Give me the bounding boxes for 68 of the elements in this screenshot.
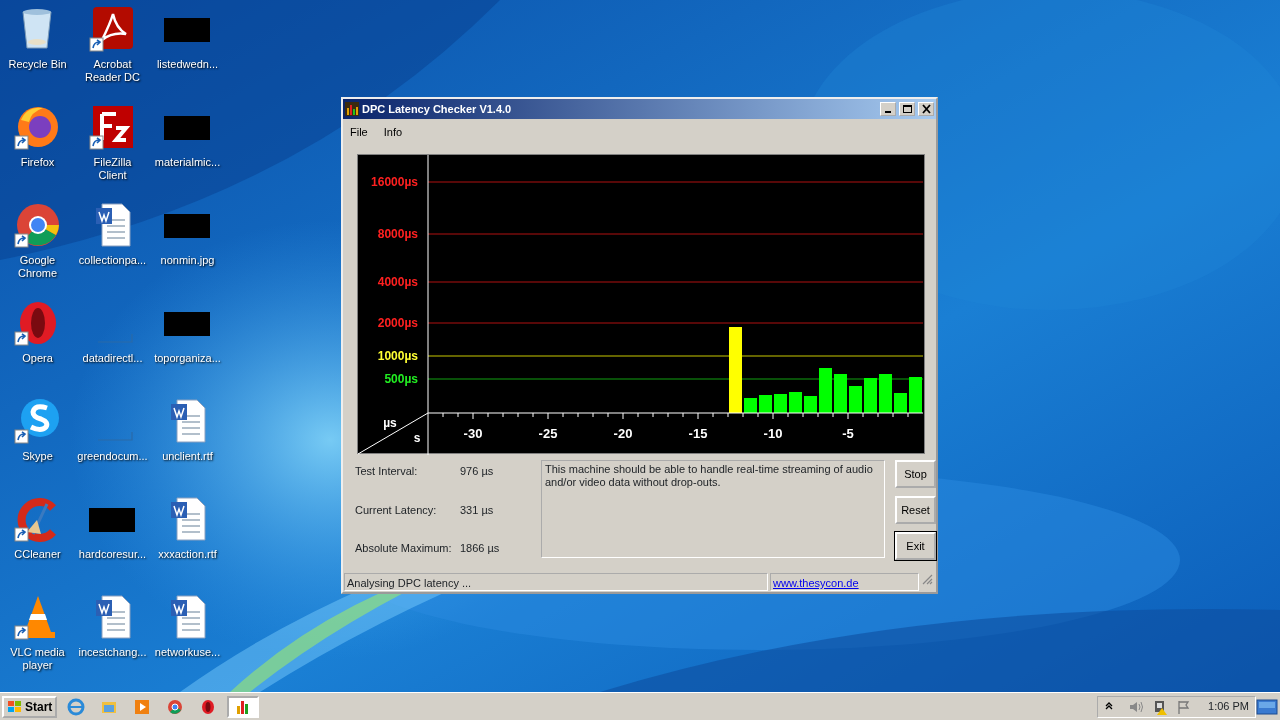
icon-label[interactable]: Acrobat Reader DC [82, 58, 143, 84]
axis-tick-label: 1000µs [377, 349, 418, 363]
icon-label[interactable]: nonmin.jpg [160, 254, 215, 267]
stat-value: 976 µs [460, 464, 494, 479]
stat-value: 331 µs [460, 502, 494, 518]
axis-divider-line [358, 412, 429, 455]
icon-label[interactable]: Firefox [20, 156, 55, 169]
axis-tick-label: 16000µs [371, 175, 418, 189]
dialog-button[interactable]: Exit [895, 532, 936, 560]
show-desktop-icon[interactable] [1256, 698, 1278, 715]
browser-icon [166, 697, 185, 716]
menu-item[interactable]: Info [383, 124, 403, 141]
app-icon [345, 102, 359, 116]
status-text: Analysing DPC latency ... [344, 573, 768, 591]
stat-label: Current Latency: [355, 502, 438, 518]
icon-label[interactable]: materialmic... [154, 156, 221, 169]
icon-label[interactable]: incestchang... [78, 646, 147, 659]
resize-grip-icon[interactable] [921, 573, 933, 585]
axis-tick-label: -5 [842, 426, 854, 441]
stat-value: 1866 µs [460, 541, 500, 556]
minimize-button[interactable] [880, 102, 896, 116]
maximize-icon [901, 104, 913, 114]
start-button[interactable]: Start [2, 695, 58, 718]
icon-label[interactable]: hardcoresur... [78, 548, 147, 561]
minimize-icon [885, 111, 891, 113]
axis-tick-label: -20 [613, 426, 633, 441]
icon-label[interactable]: listedwedn... [156, 58, 219, 71]
close-icon [920, 104, 932, 114]
stat-label: Test Interval: [355, 464, 419, 479]
axis-tick-label: 2000µs [377, 316, 418, 330]
icon-label[interactable]: unclient.rtf [162, 450, 213, 463]
network-warning-icon[interactable] [1152, 698, 1169, 715]
message-box: This machine should be able to handle real-time streaming of audio and/or video data without drop-outs. [541, 460, 885, 558]
website-link[interactable]: www.thesycon.de [773, 577, 859, 589]
axis-tick-label: -10 [763, 426, 783, 441]
icon-label[interactable]: Recycle Bin [8, 58, 67, 71]
icon-label[interactable]: networkuse... [154, 646, 221, 659]
play-icon [133, 697, 152, 716]
clock[interactable]: 1:06 PM [1208, 698, 1249, 715]
icon-label[interactable]: FileZilla Client [82, 156, 143, 182]
axis-unit-label: s [413, 431, 421, 445]
close-button[interactable] [918, 102, 934, 116]
icon-label[interactable]: Google Chrome [7, 254, 68, 280]
icon-label[interactable]: VLC media player [7, 646, 68, 672]
maximize-button[interactable] [899, 102, 915, 116]
axis-tick-label: 8000µs [377, 227, 418, 241]
axis-tick-label: -25 [538, 426, 558, 441]
icon-label[interactable]: toporganiza... [154, 352, 221, 365]
icon-label[interactable]: Opera [22, 352, 53, 365]
dialog-button[interactable]: Reset [895, 496, 936, 524]
window-title: DPC Latency Checker V1.4.0 [362, 101, 513, 117]
axis-tick-label: 500µs [384, 372, 418, 386]
stat-label: Absolute Maximum: [355, 541, 453, 556]
menu-item[interactable]: File [350, 124, 368, 141]
start-logo-icon [7, 699, 23, 714]
axis-tick-label: -30 [463, 426, 483, 441]
axis-unit-label: µs [383, 416, 397, 430]
browser-icon [67, 697, 86, 716]
icon-label[interactable]: datadirectl... [82, 352, 143, 365]
axis-tick-label: 4000µs [377, 275, 418, 289]
icon-label[interactable]: greendocum... [77, 450, 148, 463]
icon-label[interactable]: xxxaction.rtf [158, 548, 217, 561]
icon-label[interactable]: CCleaner [14, 548, 61, 561]
icon-label[interactable]: collectionpa... [78, 254, 147, 267]
axis-tick-label: -15 [688, 426, 708, 441]
icon-label[interactable]: Skype [22, 450, 53, 463]
dialog-button[interactable]: Stop [895, 460, 936, 488]
taskbar-button[interactable] [227, 695, 260, 718]
